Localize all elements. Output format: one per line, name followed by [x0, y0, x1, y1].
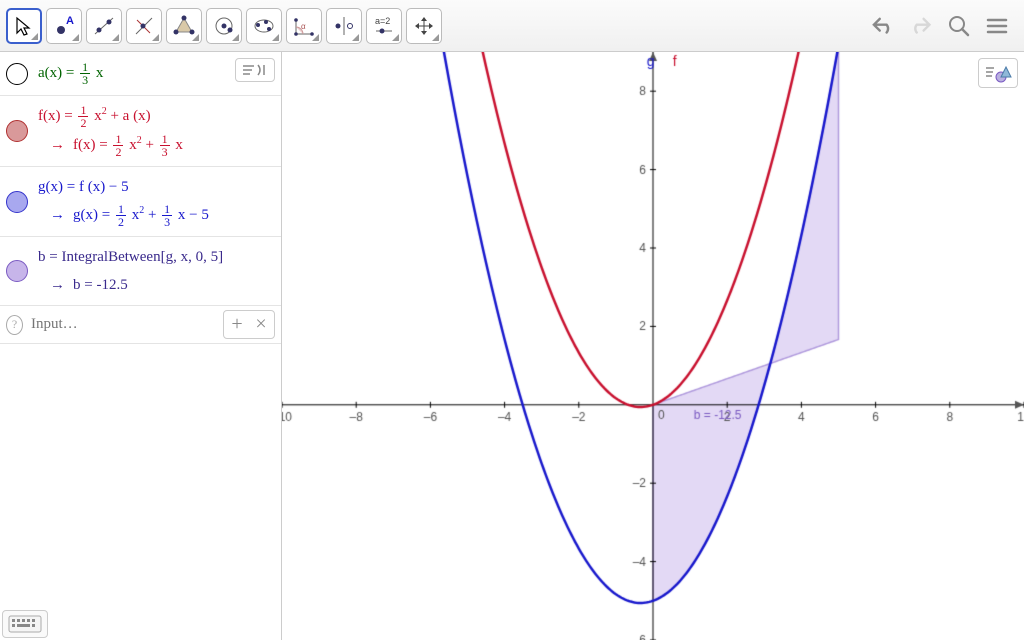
svg-text:α: α — [301, 22, 306, 31]
menu-button[interactable] — [984, 13, 1010, 39]
tool-circle[interactable] — [206, 8, 242, 44]
sort-button[interactable] — [235, 58, 275, 82]
svg-text:a=2: a=2 — [375, 16, 390, 26]
undo-button[interactable] — [870, 13, 896, 39]
expr: b = IntegralBetween[g, x, 0, 5] — [38, 245, 275, 269]
algebra-item-b[interactable]: b = IntegralBetween[g, x, 0, 5] b = -12.… — [0, 237, 281, 306]
visibility-marker[interactable] — [6, 260, 28, 282]
tool-perpendicular[interactable] — [126, 8, 162, 44]
visibility-marker[interactable] — [6, 63, 28, 85]
toolbar-right — [870, 13, 1018, 39]
clear-input-icon[interactable]: × — [252, 313, 270, 336]
style-bar-button[interactable] — [978, 58, 1018, 88]
keyboard-button[interactable] — [2, 610, 48, 638]
expr: f(x) = 12 x2 + a (x) — [38, 104, 275, 129]
visibility-marker[interactable] — [6, 120, 28, 142]
tool-point[interactable]: A — [46, 8, 82, 44]
svg-text:A: A — [66, 15, 74, 27]
algebra-item-g[interactable]: g(x) = f (x) − 5 g(x) = 12 x2 + 13 x − 5 — [0, 167, 281, 237]
tool-angle[interactable]: α — [286, 8, 322, 44]
tool-slider[interactable]: a=2 — [366, 8, 402, 44]
expr: a(x) = 13 x — [38, 65, 103, 81]
toolbar: A α a=2 — [0, 0, 1024, 52]
tool-group: A α a=2 — [6, 8, 442, 44]
redo-button[interactable] — [908, 13, 934, 39]
search-button[interactable] — [946, 13, 972, 39]
add-input-icon[interactable]: + — [228, 313, 246, 336]
graphics-view[interactable] — [282, 52, 1024, 640]
tool-polygon[interactable] — [166, 8, 202, 44]
plot-canvas[interactable] — [282, 52, 1024, 640]
result: b = -12.5 — [38, 273, 275, 297]
expanded: g(x) = 12 x2 + 13 x − 5 — [38, 203, 275, 228]
tool-reflect[interactable] — [326, 8, 362, 44]
tool-move-view[interactable] — [406, 8, 442, 44]
tool-move[interactable] — [6, 8, 42, 44]
tool-conic[interactable] — [246, 8, 282, 44]
algebra-item-f[interactable]: f(x) = 12 x2 + a (x) f(x) = 12 x2 + 13 x — [0, 96, 281, 167]
input-row: ? + × — [0, 306, 281, 344]
expanded: f(x) = 12 x2 + 13 x — [38, 133, 275, 158]
algebra-view: a(x) = 13 x f(x) = 12 x2 + a (x) f(x) = … — [0, 52, 282, 640]
help-icon[interactable]: ? — [6, 315, 23, 335]
expr: g(x) = f (x) − 5 — [38, 175, 275, 199]
tool-line[interactable] — [86, 8, 122, 44]
input-field[interactable] — [31, 316, 215, 333]
visibility-marker[interactable] — [6, 191, 28, 213]
